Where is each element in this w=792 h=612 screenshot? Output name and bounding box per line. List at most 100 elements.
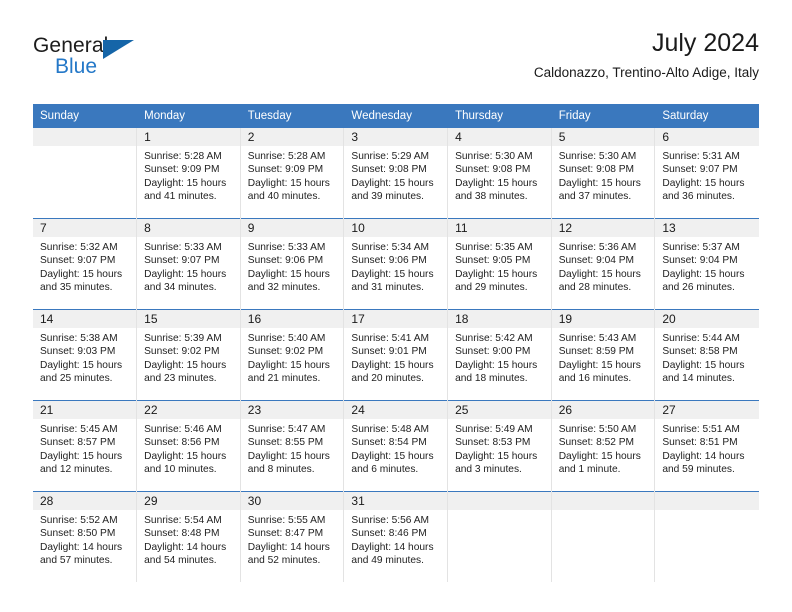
calendar-day-cell[interactable]: 25 Sunrise: 5:49 AM Sunset: 8:53 PM Dayligh… bbox=[447, 400, 552, 492]
calendar-day-cell-empty bbox=[33, 128, 138, 219]
general-blue-logo: General Blue bbox=[33, 34, 153, 86]
calendar-day-cell[interactable]: 27 Sunrise: 5:51 AM Sunset: 8:51 PM Dayligh… bbox=[654, 400, 759, 492]
calendar-day-cell[interactable]: 16 Sunrise: 5:40 AM Sunset: 9:02 PM Dayligh… bbox=[240, 309, 345, 401]
day-number: 31 bbox=[344, 492, 448, 510]
day-sun-info: Sunrise: 5:49 AM Sunset: 8:53 PM Daylight:… bbox=[448, 419, 551, 477]
sunrise-time: Sunrise: 5:51 AM bbox=[662, 424, 740, 435]
calendar-day-cell-empty bbox=[447, 491, 552, 582]
calendar-day-cell[interactable]: 28 Sunrise: 5:52 AM Sunset: 8:50 PM Dayligh… bbox=[33, 491, 138, 582]
calendar-day-cell[interactable]: 10 Sunrise: 5:34 AM Sunset: 9:06 PM Dayligh… bbox=[343, 218, 449, 310]
day-number: 26 bbox=[551, 401, 655, 419]
day-number: 2 bbox=[240, 128, 344, 146]
daylight-duration-line2: and 23 minutes. bbox=[144, 373, 217, 385]
calendar-day-cell[interactable]: 13 Sunrise: 5:37 AM Sunset: 9:04 PM Dayligh… bbox=[654, 218, 759, 310]
sunset-time: Sunset: 9:08 PM bbox=[558, 164, 635, 176]
title-block: July 2024 Caldonazzo, Trentino-Alto Adig… bbox=[534, 28, 759, 83]
daylight-duration-line1: Daylight: 15 hours bbox=[247, 268, 330, 280]
day-number: 20 bbox=[655, 310, 759, 328]
day-number: 30 bbox=[240, 492, 344, 510]
sunrise-time: Sunrise: 5:37 AM bbox=[662, 242, 740, 253]
day-number: 3 bbox=[344, 128, 448, 146]
calendar-day-cell[interactable]: 29 Sunrise: 5:54 AM Sunset: 8:48 PM Dayligh… bbox=[136, 491, 241, 582]
calendar-day-cell[interactable]: 9 Sunrise: 5:33 AM Sunset: 9:06 PM Daylight… bbox=[240, 218, 345, 310]
calendar-day-cell[interactable]: 17 Sunrise: 5:41 AM Sunset: 9:01 PM Dayligh… bbox=[343, 309, 449, 401]
daylight-duration-line1: Daylight: 15 hours bbox=[455, 268, 538, 280]
calendar-table: Sunday Monday Tuesday Wednesday Thursday… bbox=[33, 104, 759, 582]
weekday-header-saturday: Saturday bbox=[654, 104, 759, 128]
sunrise-time: Sunrise: 5:42 AM bbox=[455, 333, 533, 344]
daylight-duration-line1: Daylight: 14 hours bbox=[662, 450, 745, 462]
sunset-time: Sunset: 9:03 PM bbox=[40, 346, 116, 358]
sunrise-time: Sunrise: 5:55 AM bbox=[247, 515, 326, 526]
sunset-time: Sunset: 9:07 PM bbox=[40, 255, 116, 267]
calendar-day-cell[interactable]: 23 Sunrise: 5:47 AM Sunset: 8:55 PM Dayligh… bbox=[240, 400, 345, 492]
calendar-day-cell[interactable]: 5 Sunrise: 5:30 AM Sunset: 9:08 PM Daylight… bbox=[551, 128, 656, 219]
calendar-day-cell[interactable]: 24 Sunrise: 5:48 AM Sunset: 8:54 PM Dayligh… bbox=[343, 400, 449, 492]
calendar-day-cell[interactable]: 14 Sunrise: 5:38 AM Sunset: 9:03 PM Dayligh… bbox=[33, 309, 138, 401]
daylight-duration-line1: Daylight: 15 hours bbox=[40, 268, 123, 280]
sunset-time: Sunset: 8:55 PM bbox=[247, 437, 324, 449]
calendar-day-cell[interactable]: 20 Sunrise: 5:44 AM Sunset: 8:58 PM Dayligh… bbox=[654, 309, 759, 401]
sunset-time: Sunset: 8:46 PM bbox=[351, 528, 427, 540]
daylight-duration-line2: and 8 minutes. bbox=[247, 464, 315, 476]
calendar-day-cell[interactable]: 8 Sunrise: 5:33 AM Sunset: 9:07 PM Daylight… bbox=[136, 218, 241, 310]
daylight-duration-line1: Daylight: 15 hours bbox=[144, 450, 227, 462]
calendar-day-cell[interactable]: 2 Sunrise: 5:28 AM Sunset: 9:09 PM Daylight… bbox=[240, 128, 345, 219]
daylight-duration-line2: and 49 minutes. bbox=[351, 555, 424, 567]
daylight-duration-line2: and 10 minutes. bbox=[144, 464, 217, 476]
sunrise-time: Sunrise: 5:56 AM bbox=[351, 515, 430, 526]
calendar-day-cell[interactable]: 21 Sunrise: 5:45 AM Sunset: 8:57 PM Dayligh… bbox=[33, 400, 138, 492]
day-sun-info: Sunrise: 5:54 AM Sunset: 8:48 PM Daylight:… bbox=[137, 510, 240, 568]
sunrise-time: Sunrise: 5:49 AM bbox=[455, 424, 533, 435]
calendar-day-cell[interactable]: 31 Sunrise: 5:56 AM Sunset: 8:46 PM Dayligh… bbox=[343, 491, 449, 582]
day-number: 24 bbox=[344, 401, 448, 419]
calendar-day-cell[interactable]: 11 Sunrise: 5:35 AM Sunset: 9:05 PM Dayligh… bbox=[447, 218, 552, 310]
day-number: 15 bbox=[137, 310, 240, 328]
weekday-header-wednesday: Wednesday bbox=[343, 104, 449, 128]
calendar-page: General Blue July 2024 Caldonazzo, Trent… bbox=[0, 0, 792, 612]
calendar-day-cell[interactable]: 7 Sunrise: 5:32 AM Sunset: 9:07 PM Daylight… bbox=[33, 218, 138, 310]
daylight-duration-line1: Daylight: 15 hours bbox=[351, 268, 434, 280]
calendar-day-cell[interactable]: 6 Sunrise: 5:31 AM Sunset: 9:07 PM Daylight… bbox=[654, 128, 759, 219]
sunrise-time: Sunrise: 5:29 AM bbox=[351, 151, 430, 162]
calendar-day-cell[interactable]: 26 Sunrise: 5:50 AM Sunset: 8:52 PM Dayligh… bbox=[551, 400, 656, 492]
daylight-duration-line2: and 21 minutes. bbox=[247, 373, 321, 385]
calendar-day-cell[interactable]: 22 Sunrise: 5:46 AM Sunset: 8:56 PM Dayligh… bbox=[136, 400, 241, 492]
calendar-day-cell[interactable]: 4 Sunrise: 5:30 AM Sunset: 9:08 PM Daylight… bbox=[447, 128, 552, 219]
daylight-duration-line2: and 25 minutes. bbox=[40, 373, 113, 385]
day-sun-info: Sunrise: 5:35 AM Sunset: 9:05 PM Daylight:… bbox=[448, 237, 551, 295]
calendar-day-cell[interactable]: 12 Sunrise: 5:36 AM Sunset: 9:04 PM Dayligh… bbox=[551, 218, 656, 310]
daylight-duration-line1: Daylight: 15 hours bbox=[662, 177, 745, 189]
day-sun-info: Sunrise: 5:52 AM Sunset: 8:50 PM Daylight:… bbox=[33, 510, 136, 568]
day-sun-info: Sunrise: 5:34 AM Sunset: 9:06 PM Daylight:… bbox=[344, 237, 447, 295]
sunrise-time: Sunrise: 5:30 AM bbox=[558, 151, 637, 162]
calendar-day-cell[interactable]: 15 Sunrise: 5:39 AM Sunset: 9:02 PM Dayligh… bbox=[136, 309, 241, 401]
sunset-time: Sunset: 9:04 PM bbox=[558, 255, 635, 267]
day-number: 22 bbox=[137, 401, 240, 419]
daylight-duration-line1: Daylight: 15 hours bbox=[558, 359, 641, 371]
calendar-day-cell[interactable]: 19 Sunrise: 5:43 AM Sunset: 8:59 PM Dayligh… bbox=[551, 309, 656, 401]
sunrise-time: Sunrise: 5:44 AM bbox=[662, 333, 740, 344]
calendar-week-row: 21 Sunrise: 5:45 AM Sunset: 8:57 PM Dayligh… bbox=[33, 400, 759, 492]
day-sun-info: Sunrise: 5:45 AM Sunset: 8:57 PM Daylight:… bbox=[33, 419, 136, 477]
sunset-time: Sunset: 9:06 PM bbox=[351, 255, 427, 267]
daylight-duration-line1: Daylight: 14 hours bbox=[144, 541, 227, 553]
calendar-day-cell-empty bbox=[551, 491, 656, 582]
daylight-duration-line2: and 18 minutes. bbox=[455, 373, 528, 385]
sunrise-time: Sunrise: 5:40 AM bbox=[247, 333, 326, 344]
day-sun-info: Sunrise: 5:55 AM Sunset: 8:47 PM Daylight:… bbox=[241, 510, 344, 568]
daylight-duration-line2: and 3 minutes. bbox=[455, 464, 522, 476]
day-sun-info: Sunrise: 5:41 AM Sunset: 9:01 PM Daylight:… bbox=[344, 328, 447, 386]
day-sun-info: Sunrise: 5:28 AM Sunset: 9:09 PM Daylight:… bbox=[241, 146, 344, 204]
sunrise-time: Sunrise: 5:33 AM bbox=[247, 242, 326, 253]
calendar-day-cell[interactable]: 18 Sunrise: 5:42 AM Sunset: 9:00 PM Dayligh… bbox=[447, 309, 552, 401]
calendar-day-cell[interactable]: 1 Sunrise: 5:28 AM Sunset: 9:09 PM Daylight… bbox=[136, 128, 241, 219]
daylight-duration-line1: Daylight: 15 hours bbox=[144, 177, 227, 189]
sunrise-time: Sunrise: 5:38 AM bbox=[40, 333, 118, 344]
calendar-day-cell[interactable]: 30 Sunrise: 5:55 AM Sunset: 8:47 PM Dayligh… bbox=[240, 491, 345, 582]
calendar-day-cell[interactable]: 3 Sunrise: 5:29 AM Sunset: 9:08 PM Daylight… bbox=[343, 128, 449, 219]
day-number: 9 bbox=[240, 219, 344, 237]
daylight-duration-line1: Daylight: 15 hours bbox=[662, 359, 745, 371]
day-sun-info: Sunrise: 5:30 AM Sunset: 9:08 PM Daylight:… bbox=[552, 146, 655, 204]
day-sun-info: Sunrise: 5:43 AM Sunset: 8:59 PM Daylight:… bbox=[552, 328, 655, 386]
